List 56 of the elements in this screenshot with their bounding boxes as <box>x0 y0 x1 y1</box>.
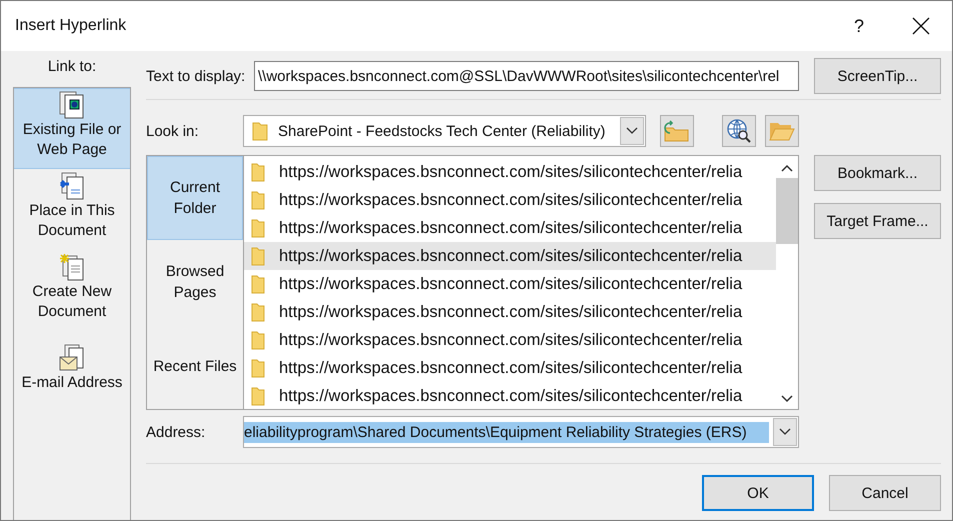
link-to-item[interactable]: Existing File or Web Page <box>14 88 130 169</box>
new-document-icon <box>59 253 85 281</box>
document-arrow-icon <box>59 172 85 200</box>
folder-icon <box>251 386 265 406</box>
open-folder-icon <box>769 121 795 141</box>
close-icon <box>912 17 930 35</box>
help-button[interactable]: ? <box>836 3 882 49</box>
file-list-item[interactable]: https://workspaces.bsnconnect.com/sites/silicontechcenter/relia <box>244 242 776 270</box>
side-button[interactable]: Target Frame... <box>814 203 941 239</box>
screentip-button[interactable]: ScreenTip... <box>814 58 941 94</box>
file-list-item[interactable]: https://workspaces.bsnconnect.com/sites/silicontechcenter/relia <box>244 298 776 326</box>
link-to-label: Link to: <box>46 58 98 75</box>
link-to-item[interactable]: Place in This Document <box>14 169 130 250</box>
link-to-item[interactable]: E-mail Address <box>14 341 130 422</box>
look-in-dropdown[interactable]: SharePoint - Feedstocks Tech Center (Reliability) <box>243 115 646 147</box>
link-to-item[interactable]: Create New Document <box>14 250 130 331</box>
folder-up-arrow-icon <box>664 120 690 142</box>
file-list-item[interactable]: https://workspaces.bsnconnect.com/sites/silicontechcenter/relia <box>244 354 776 382</box>
file-list-item[interactable]: https://workspaces.bsnconnect.com/sites/silicontechcenter/relia <box>244 270 776 298</box>
browser-nav-tab[interactable]: Browsed Pages <box>147 240 243 324</box>
chevron-down-icon <box>626 127 638 135</box>
file-list-item[interactable]: https://workspaces.bsnconnect.com/sites/silicontechcenter/relia <box>244 326 776 354</box>
address-field[interactable]: eliabilityprogram\Shared Documents\Equipment Reliability Strategies (ERS) <box>243 416 799 448</box>
folder-icon <box>251 358 265 378</box>
folder-icon <box>251 162 265 182</box>
file-list-item[interactable]: https://workspaces.bsnconnect.com/sites/silicontechcenter/relia <box>244 186 776 214</box>
scroll-up-icon <box>781 164 793 172</box>
file-list-item[interactable]: https://workspaces.bsnconnect.com/sites/silicontechcenter/relia <box>244 158 776 186</box>
text-to-display-label: Text to display: <box>146 68 246 84</box>
chevron-down-icon <box>779 428 791 436</box>
globe-search-icon <box>726 118 752 144</box>
address-label: Address: <box>146 424 206 440</box>
look-in-label: Look in: <box>146 122 200 140</box>
folder-icon <box>251 246 265 266</box>
dialog-button[interactable]: Cancel <box>829 475 941 511</box>
scrollbar-thumb[interactable] <box>776 178 798 244</box>
folder-icon <box>251 274 265 294</box>
browser-nav-tab[interactable]: Current Folder <box>147 156 243 240</box>
dialog-button[interactable]: OK <box>702 475 814 511</box>
web-document-icon <box>59 91 85 119</box>
file-list-item[interactable]: https://workspaces.bsnconnect.com/sites/silicontechcenter/relia <box>244 382 776 409</box>
folder-icon <box>251 302 265 322</box>
up-folder-button[interactable] <box>660 115 694 147</box>
window-title: Insert Hyperlink <box>15 17 128 35</box>
browser-nav-tab[interactable]: Recent Files <box>147 324 243 408</box>
folder-icon <box>251 218 265 238</box>
browse-file-button[interactable] <box>765 115 799 147</box>
text-to-display-field[interactable]: \\workspaces.bsnconnect.com@SSL\DavWWWRoot\sites\silicontechcenter\rel <box>254 61 799 91</box>
folder-icon <box>251 330 265 350</box>
browse-web-button[interactable] <box>722 115 756 147</box>
folder-icon <box>252 121 268 141</box>
folder-icon <box>251 190 265 210</box>
scroll-down-icon <box>781 395 793 403</box>
side-button[interactable]: Bookmark... <box>814 155 941 191</box>
file-list-item[interactable]: https://workspaces.bsnconnect.com/sites/silicontechcenter/relia <box>244 214 776 242</box>
envelope-document-icon <box>59 344 85 372</box>
